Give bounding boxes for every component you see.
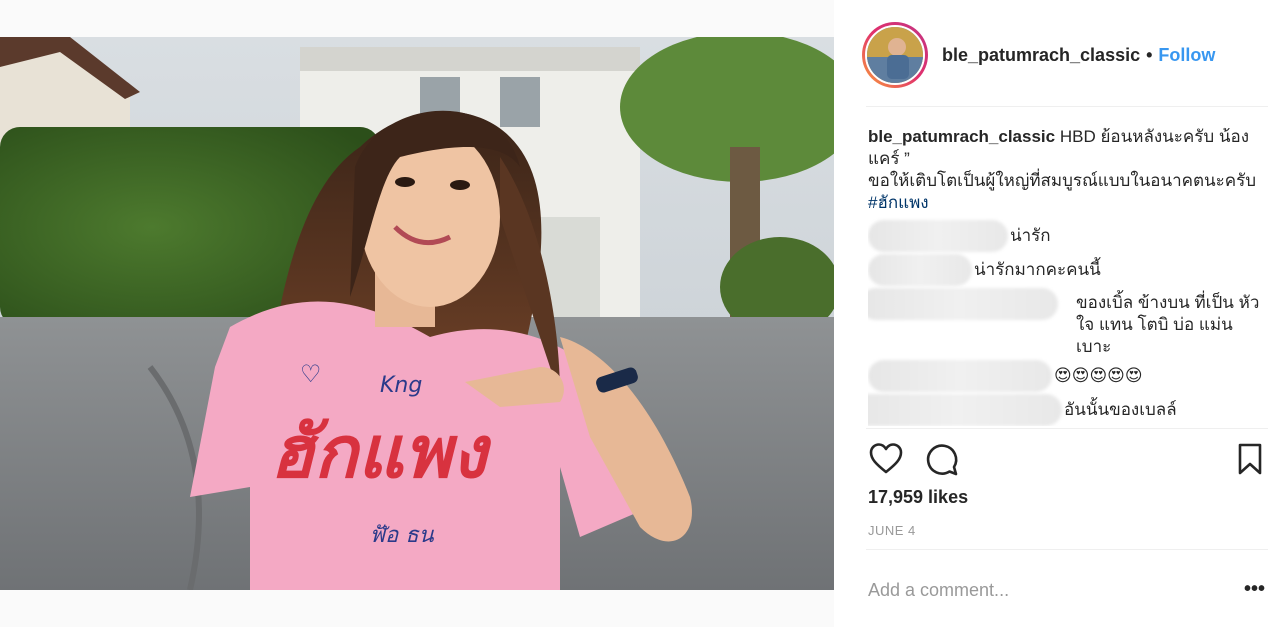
action-bar [868,441,1268,477]
comment-button[interactable] [924,441,960,477]
caption-hashtag[interactable]: #ฮักแพง [868,193,929,212]
redacted-username [868,360,1052,392]
comment-item: น่ารักมากคะคนนี้ [868,254,1268,286]
svg-text:ฬัอ ธน: ฬัอ ธน [370,523,435,548]
comments-list: ble_patumrach_classic HBD ย้อนหลังนะครับ… [868,126,1268,426]
post-image: ฮักแพง Kng ♡ ฬัอ ธน [0,37,834,590]
comment-icon [926,444,958,476]
username-link[interactable]: ble_patumrach_classic [942,45,1140,66]
avatar-image [867,27,923,83]
comment-text: อันนั้นของเบลล์ [1064,400,1177,419]
caption-text-2: ขอให้เติบโตเป็นผู้ใหญ่ที่สมบูรณ์แบบในอนา… [868,171,1257,190]
post-header: ble_patumrach_classic • Follow [862,20,1268,90]
comment-item: 😍😍😍😍😍 [868,360,1268,392]
avatar[interactable] [865,25,925,85]
bookmark-icon [1238,443,1262,475]
post-sidebar: ble_patumrach_classic • Follow ble_patum… [834,0,1280,627]
comments-divider [866,428,1268,429]
avatar-ring[interactable] [862,22,928,88]
more-options-button[interactable]: ••• [1244,578,1265,601]
svg-text:♡: ♡ [300,360,322,388]
post-date[interactable]: JUNE 4 [868,523,916,538]
redacted-username [868,288,1058,320]
like-button[interactable] [868,441,904,477]
redacted-username [868,394,1062,426]
follow-button[interactable]: Follow [1158,45,1215,66]
likes-count[interactable]: 17,959 likes [868,487,968,508]
comment-item: อันนั้นของเบลล์ [868,394,1268,426]
header-divider [866,106,1268,107]
separator-dot: • [1146,44,1153,65]
add-comment-input[interactable] [868,577,1208,603]
caption-username[interactable]: ble_patumrach_classic [868,127,1055,146]
footer-divider [866,549,1268,550]
save-button[interactable] [1232,441,1268,477]
comment-text: 😍😍😍😍😍 [1054,366,1143,385]
comment-text: น่ารัก [1010,226,1051,245]
svg-text:Kng: Kng [380,373,422,398]
comment-item: น่ารัก [868,220,1268,252]
svg-text:ฮักแพง: ฮักแพง [270,409,492,494]
redacted-username [868,220,1008,252]
comment-item: ของเบิ้ล ข้างบน ที่เป็น หัว ใจ แทน โตบิ … [868,288,1268,358]
photo-pane: ฮักแพง Kng ♡ ฬัอ ธน [0,0,834,627]
post-photo[interactable]: ฮักแพง Kng ♡ ฬัอ ธน [0,37,834,590]
comment-text: น่ารักมากคะคนนี้ [974,260,1101,279]
caption: ble_patumrach_classic HBD ย้อนหลังนะครับ… [868,126,1268,214]
heart-icon [869,443,903,474]
redacted-username [868,254,972,286]
